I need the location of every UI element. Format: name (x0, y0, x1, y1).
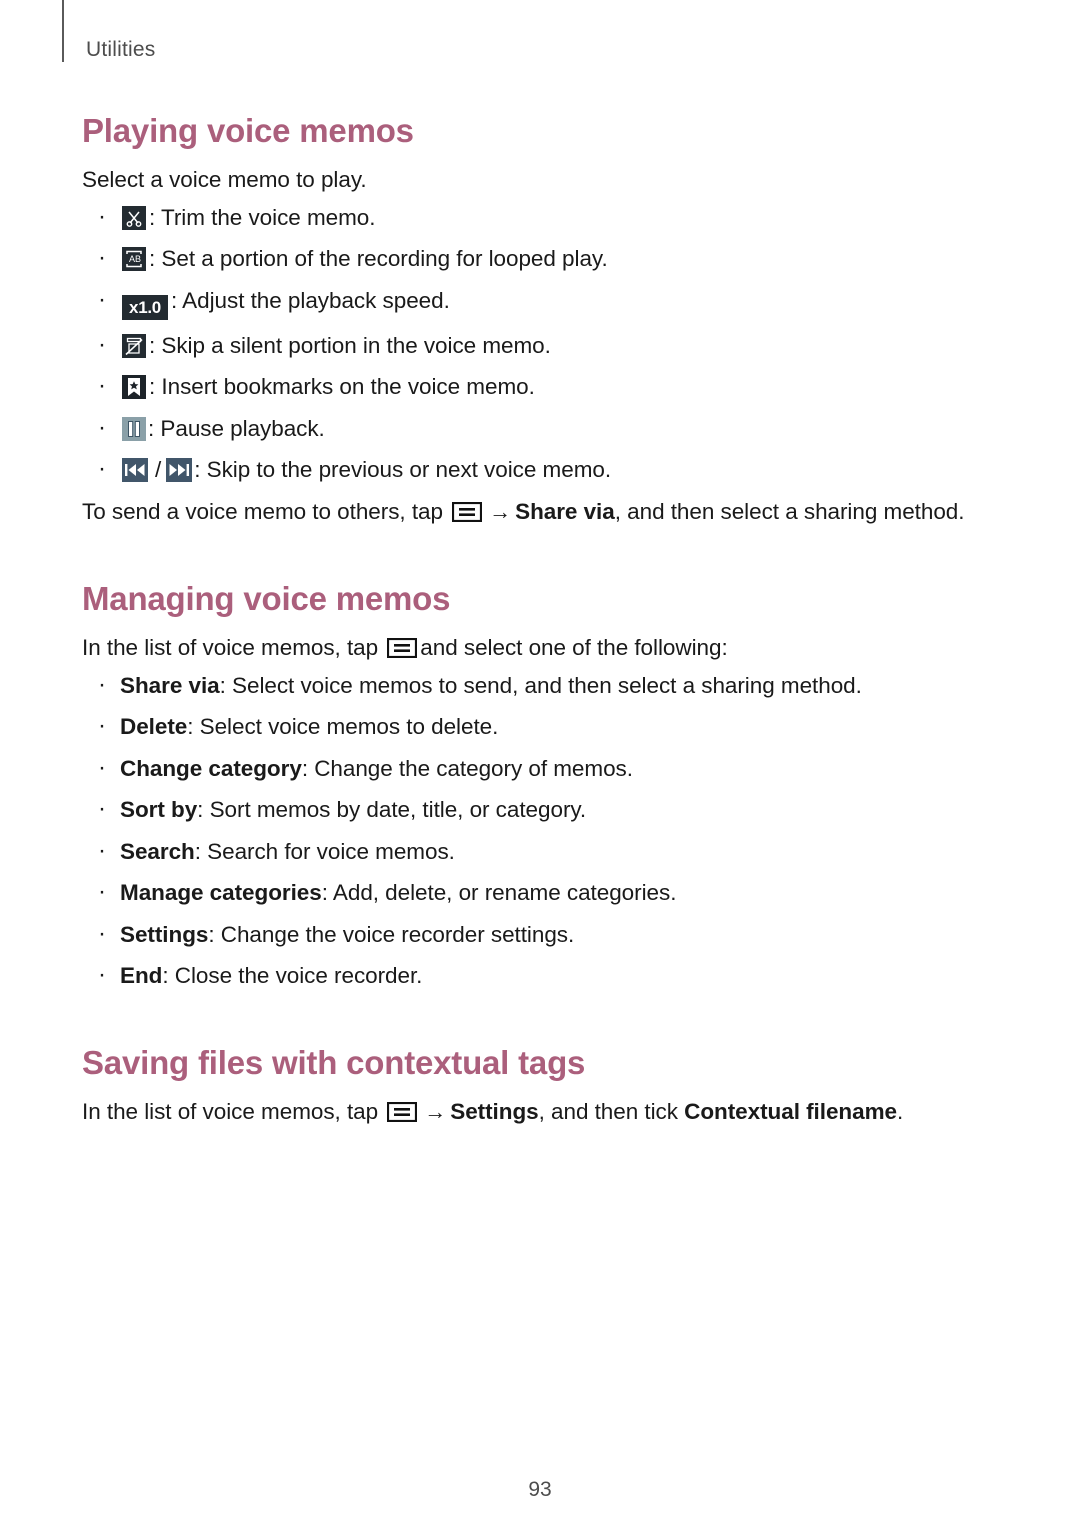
list-item: A B : Set a portion of the recording for… (82, 241, 982, 275)
list-item: : Pause playback. (82, 411, 982, 445)
list-item: : Skip a silent portion in the voice mem… (82, 328, 982, 362)
section-title-saving-files: Saving files with contextual tags (82, 1043, 586, 1081)
ab-repeat-icon: A B (122, 247, 146, 272)
section-title-managing: Managing voice memos (82, 579, 451, 617)
managing-options-list: Share via: Select voice memos to send, a… (82, 668, 982, 992)
option-description: : Change the voice recorder settings. (208, 921, 575, 947)
playback-speed-icon: x1.0 (122, 294, 168, 320)
bold-term-settings: Settings (450, 1098, 539, 1124)
option-description: : Select voice memos to delete. (187, 714, 499, 740)
option-description: : Search for voice memos. (194, 838, 455, 864)
playback-controls-list: : Trim the voice memo. A B : Set a porti… (82, 200, 982, 486)
option-description: : Select voice memos to send, and then s… (219, 672, 862, 698)
option-term: Manage categories (120, 880, 322, 906)
list-item-label: : Insert bookmarks on the voice memo. (149, 374, 535, 400)
option-description: : Sort memos by date, title, or category… (197, 797, 587, 823)
option-term: Change category (120, 755, 302, 781)
icon-separator: / (155, 457, 162, 483)
list-item-label: : Adjust the playback speed. (171, 287, 450, 313)
bold-term-contextual-filename: Contextual filename (684, 1098, 898, 1124)
outro-text-after: , and then select a sharing method. (614, 498, 965, 524)
list-item-label: : Trim the voice memo. (149, 204, 376, 230)
page-number: 93 (528, 1478, 552, 1501)
list-item: Search: Search for voice memos. (82, 834, 982, 868)
list-item-label: : Pause playback. (148, 415, 325, 441)
section-saving-files-contextual-tags: Saving files with contextual tags In the… (82, 1044, 982, 1128)
option-term: Search (120, 838, 195, 864)
intro-paragraph-saving-files: In the list of voice memos, tap → Setting… (82, 1096, 982, 1128)
bookmark-icon (122, 375, 146, 400)
chapter-label: Utilities (86, 38, 156, 61)
option-term: Delete (120, 714, 188, 740)
list-item-label: : Skip a silent portion in the voice mem… (149, 332, 551, 358)
section-playing-voice-memos: Playing voice memos Select a voice memo … (82, 112, 982, 528)
list-item: : Trim the voice memo. (82, 200, 982, 234)
option-term: Settings (120, 921, 209, 947)
next-track-icon (166, 458, 193, 483)
list-item: : Insert bookmarks on the voice memo. (82, 369, 982, 403)
header-rule (62, 0, 64, 62)
intro-paragraph-playing: Select a voice memo to play. (82, 166, 367, 192)
list-item: Change category: Change the category of … (82, 751, 982, 785)
intro-text-after: . (897, 1098, 904, 1124)
bold-term-share-via: Share via (515, 498, 615, 524)
previous-track-icon (122, 458, 148, 483)
list-item: Share via: Select voice memos to send, a… (82, 668, 982, 702)
intro-paragraph-managing: In the list of voice memos, tap and sele… (82, 632, 982, 664)
menu-icon (387, 1101, 418, 1122)
list-item: Manage categories: Add, delete, or renam… (82, 875, 982, 909)
arrow-glyph: → (424, 1098, 447, 1124)
intro-text-middle: , and then tick (538, 1098, 685, 1124)
list-item-label: : Skip to the previous or next voice mem… (194, 457, 612, 483)
skip-silence-icon (122, 333, 146, 358)
outro-text-before: To send a voice memo to others, tap (82, 498, 450, 524)
intro-text-before: In the list of voice memos, tap (82, 634, 385, 660)
trim-scissors-icon (122, 205, 146, 230)
list-item: Sort by: Sort memos by date, title, or c… (82, 792, 982, 826)
option-term: Sort by (120, 797, 198, 823)
list-item: / : Skip to the previous or next voice m… (82, 452, 982, 486)
intro-text-before: In the list of voice memos, tap (82, 1098, 385, 1124)
list-item-label: : Set a portion of the recording for loo… (149, 246, 608, 272)
list-item: End: Close the voice recorder. (82, 958, 982, 992)
section-title-playing: Playing voice memos (82, 112, 414, 149)
option-description: : Add, delete, or rename categories. (321, 880, 677, 906)
menu-icon (387, 637, 418, 658)
list-item: Settings: Change the voice recorder sett… (82, 917, 982, 951)
outro-paragraph-playing: To send a voice memo to others, tap → Sha… (82, 496, 982, 528)
option-term: End (120, 963, 163, 989)
arrow-glyph: → (489, 498, 512, 524)
page-content: Playing voice memos Select a voice memo … (82, 112, 982, 1134)
list-item: x1.0: Adjust the playback speed. (82, 283, 982, 320)
option-term: Share via (120, 672, 220, 698)
pause-icon (122, 416, 146, 441)
list-item: Delete: Select voice memos to delete. (82, 709, 982, 743)
svg-text:B: B (135, 254, 141, 264)
menu-icon (452, 501, 483, 522)
section-managing-voice-memos: Managing voice memos In the list of voic… (82, 580, 982, 992)
intro-text-after: and select one of the following: (420, 634, 728, 660)
option-description: : Change the category of memos. (301, 755, 633, 781)
option-description: : Close the voice recorder. (162, 963, 423, 989)
